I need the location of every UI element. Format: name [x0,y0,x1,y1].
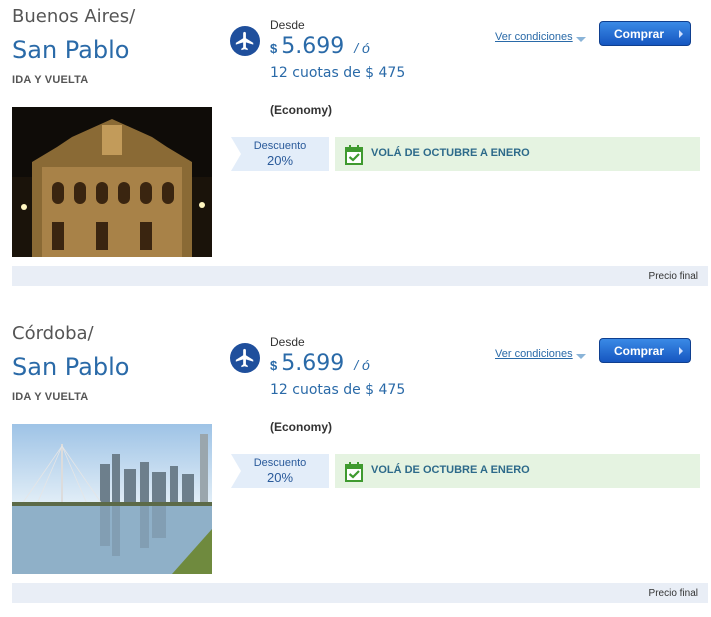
buy-button[interactable]: Comprar [599,338,691,363]
promo-text: VOLÁ DE OCTUBRE A ENERO [371,147,530,159]
currency-symbol: $ [270,358,278,373]
destination-photo [12,424,212,574]
destination-city: San Pablo [12,36,130,64]
price-footer: Precio final [12,583,708,603]
discount-badge: Descuento 20% [231,454,329,488]
cabin-class: (Economy) [270,103,333,117]
destination-city: San Pablo [12,353,130,381]
buy-button-label: Comprar [614,26,665,41]
offer-card: Buenos Aires/ San Pablo IDA Y VUELTA Des… [0,0,711,300]
price: $5.699 / ó [270,34,370,59]
buy-button[interactable]: Comprar [599,21,691,46]
chevron-right-icon [679,347,683,355]
promo-text: VOLÁ DE OCTUBRE A ENERO [371,464,530,476]
trip-type: IDA Y VUELTA [12,391,89,403]
discount-label: Descuento [253,140,307,152]
offer-card: Córdoba/ San Pablo IDA Y VUELTA Desde $ … [0,317,711,617]
trip-type: IDA Y VUELTA [12,74,89,86]
from-label: Desde [270,335,305,349]
currency-symbol: $ [270,41,278,56]
or-label: / ó [354,40,370,56]
price-footer: Precio final [12,266,708,286]
final-price-label: Precio final [648,588,698,599]
final-price-label: Precio final [648,271,698,282]
price-amount: 5.699 [281,34,345,59]
calendar-check-icon [345,145,363,165]
chevron-right-icon [679,30,683,38]
discount-label: Descuento [253,457,307,469]
discount-badge: Descuento 20% [231,137,329,171]
chevron-down-icon[interactable] [576,354,586,359]
installments-text: 12 cuotas de $ 475 [270,382,406,398]
discount-value: 20% [266,153,294,168]
price: $5.699 / ó [270,351,370,376]
discount-value: 20% [266,470,294,485]
airplane-icon [230,343,260,373]
price-amount: 5.699 [281,351,345,376]
view-conditions-link[interactable]: Ver condiciones [495,348,573,360]
installments-text: 12 cuotas de $ 475 [270,65,406,81]
promo-banner: VOLÁ DE OCTUBRE A ENERO [335,454,700,488]
chevron-down-icon[interactable] [576,37,586,42]
origin-city: Córdoba/ [12,323,94,344]
from-label: Desde [270,18,305,32]
calendar-check-icon [345,462,363,482]
view-conditions-link[interactable]: Ver condiciones [495,31,573,43]
promo-banner: VOLÁ DE OCTUBRE A ENERO [335,137,700,171]
buy-button-label: Comprar [614,343,665,358]
or-label: / ó [354,357,370,373]
airplane-icon [230,26,260,56]
destination-photo [12,107,212,257]
cabin-class: (Economy) [270,420,333,434]
origin-city: Buenos Aires/ [12,6,136,27]
